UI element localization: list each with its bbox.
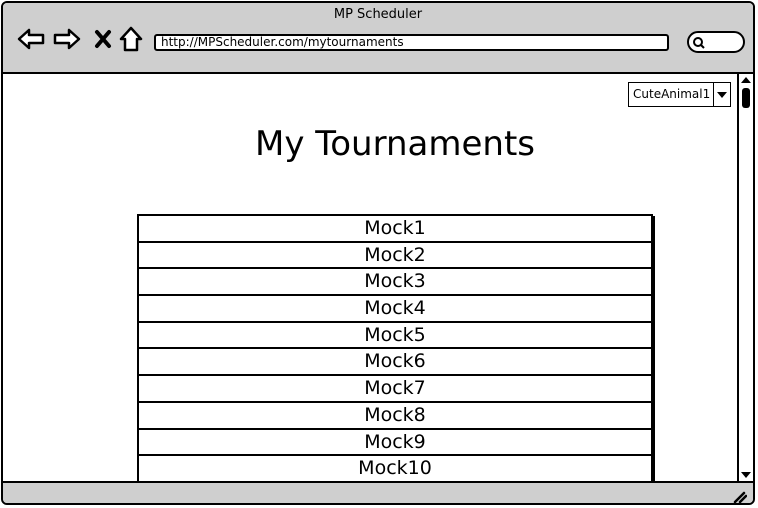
scroll-down-icon[interactable] xyxy=(741,471,751,479)
forward-arrow-icon[interactable] xyxy=(53,25,81,53)
list-item[interactable]: Mock9 xyxy=(139,430,651,457)
window-title: MP Scheduler xyxy=(333,7,423,22)
resize-grip-icon[interactable] xyxy=(733,491,747,503)
tournament-list: Mock1 Mock2 Mock3 Mock4 Mock5 Mock6 Mock… xyxy=(137,214,653,485)
scrollbar-thumb[interactable] xyxy=(742,88,750,108)
list-item[interactable]: Mock5 xyxy=(139,323,651,350)
page-title: My Tournaments xyxy=(254,124,535,164)
user-dropdown-value: CuteAnimal1 xyxy=(633,87,711,101)
list-item[interactable]: Mock7 xyxy=(139,376,651,403)
browser-window: MP Scheduler http://MPScheduler.com/myto… xyxy=(1,1,755,505)
chevron-down-icon xyxy=(717,92,727,98)
status-bar xyxy=(3,481,753,503)
search-field[interactable] xyxy=(687,31,745,53)
page-content: CuteAnimal1 My Tournaments Mock1 Mock2 M… xyxy=(3,74,737,485)
list-item[interactable]: Mock3 xyxy=(139,269,651,297)
list-item[interactable]: Mock1 xyxy=(139,216,651,243)
user-dropdown[interactable]: CuteAnimal1 xyxy=(628,82,731,107)
list-item[interactable]: Mock8 xyxy=(139,403,651,430)
search-icon xyxy=(693,37,705,49)
list-item[interactable]: Mock4 xyxy=(139,296,651,323)
address-bar[interactable]: http://MPScheduler.com/mytournaments xyxy=(154,34,669,51)
scroll-up-icon[interactable] xyxy=(741,76,751,84)
dropdown-button[interactable] xyxy=(713,83,730,106)
vertical-scrollbar[interactable] xyxy=(737,74,753,481)
home-icon[interactable] xyxy=(117,25,145,53)
list-item[interactable]: Mock6 xyxy=(139,349,651,377)
browser-toolbar: MP Scheduler http://MPScheduler.com/myto… xyxy=(3,3,753,74)
back-arrow-icon[interactable] xyxy=(17,25,45,53)
close-icon[interactable] xyxy=(91,25,119,53)
list-item[interactable]: Mock2 xyxy=(139,243,651,270)
list-item[interactable]: Mock10 xyxy=(139,456,651,483)
